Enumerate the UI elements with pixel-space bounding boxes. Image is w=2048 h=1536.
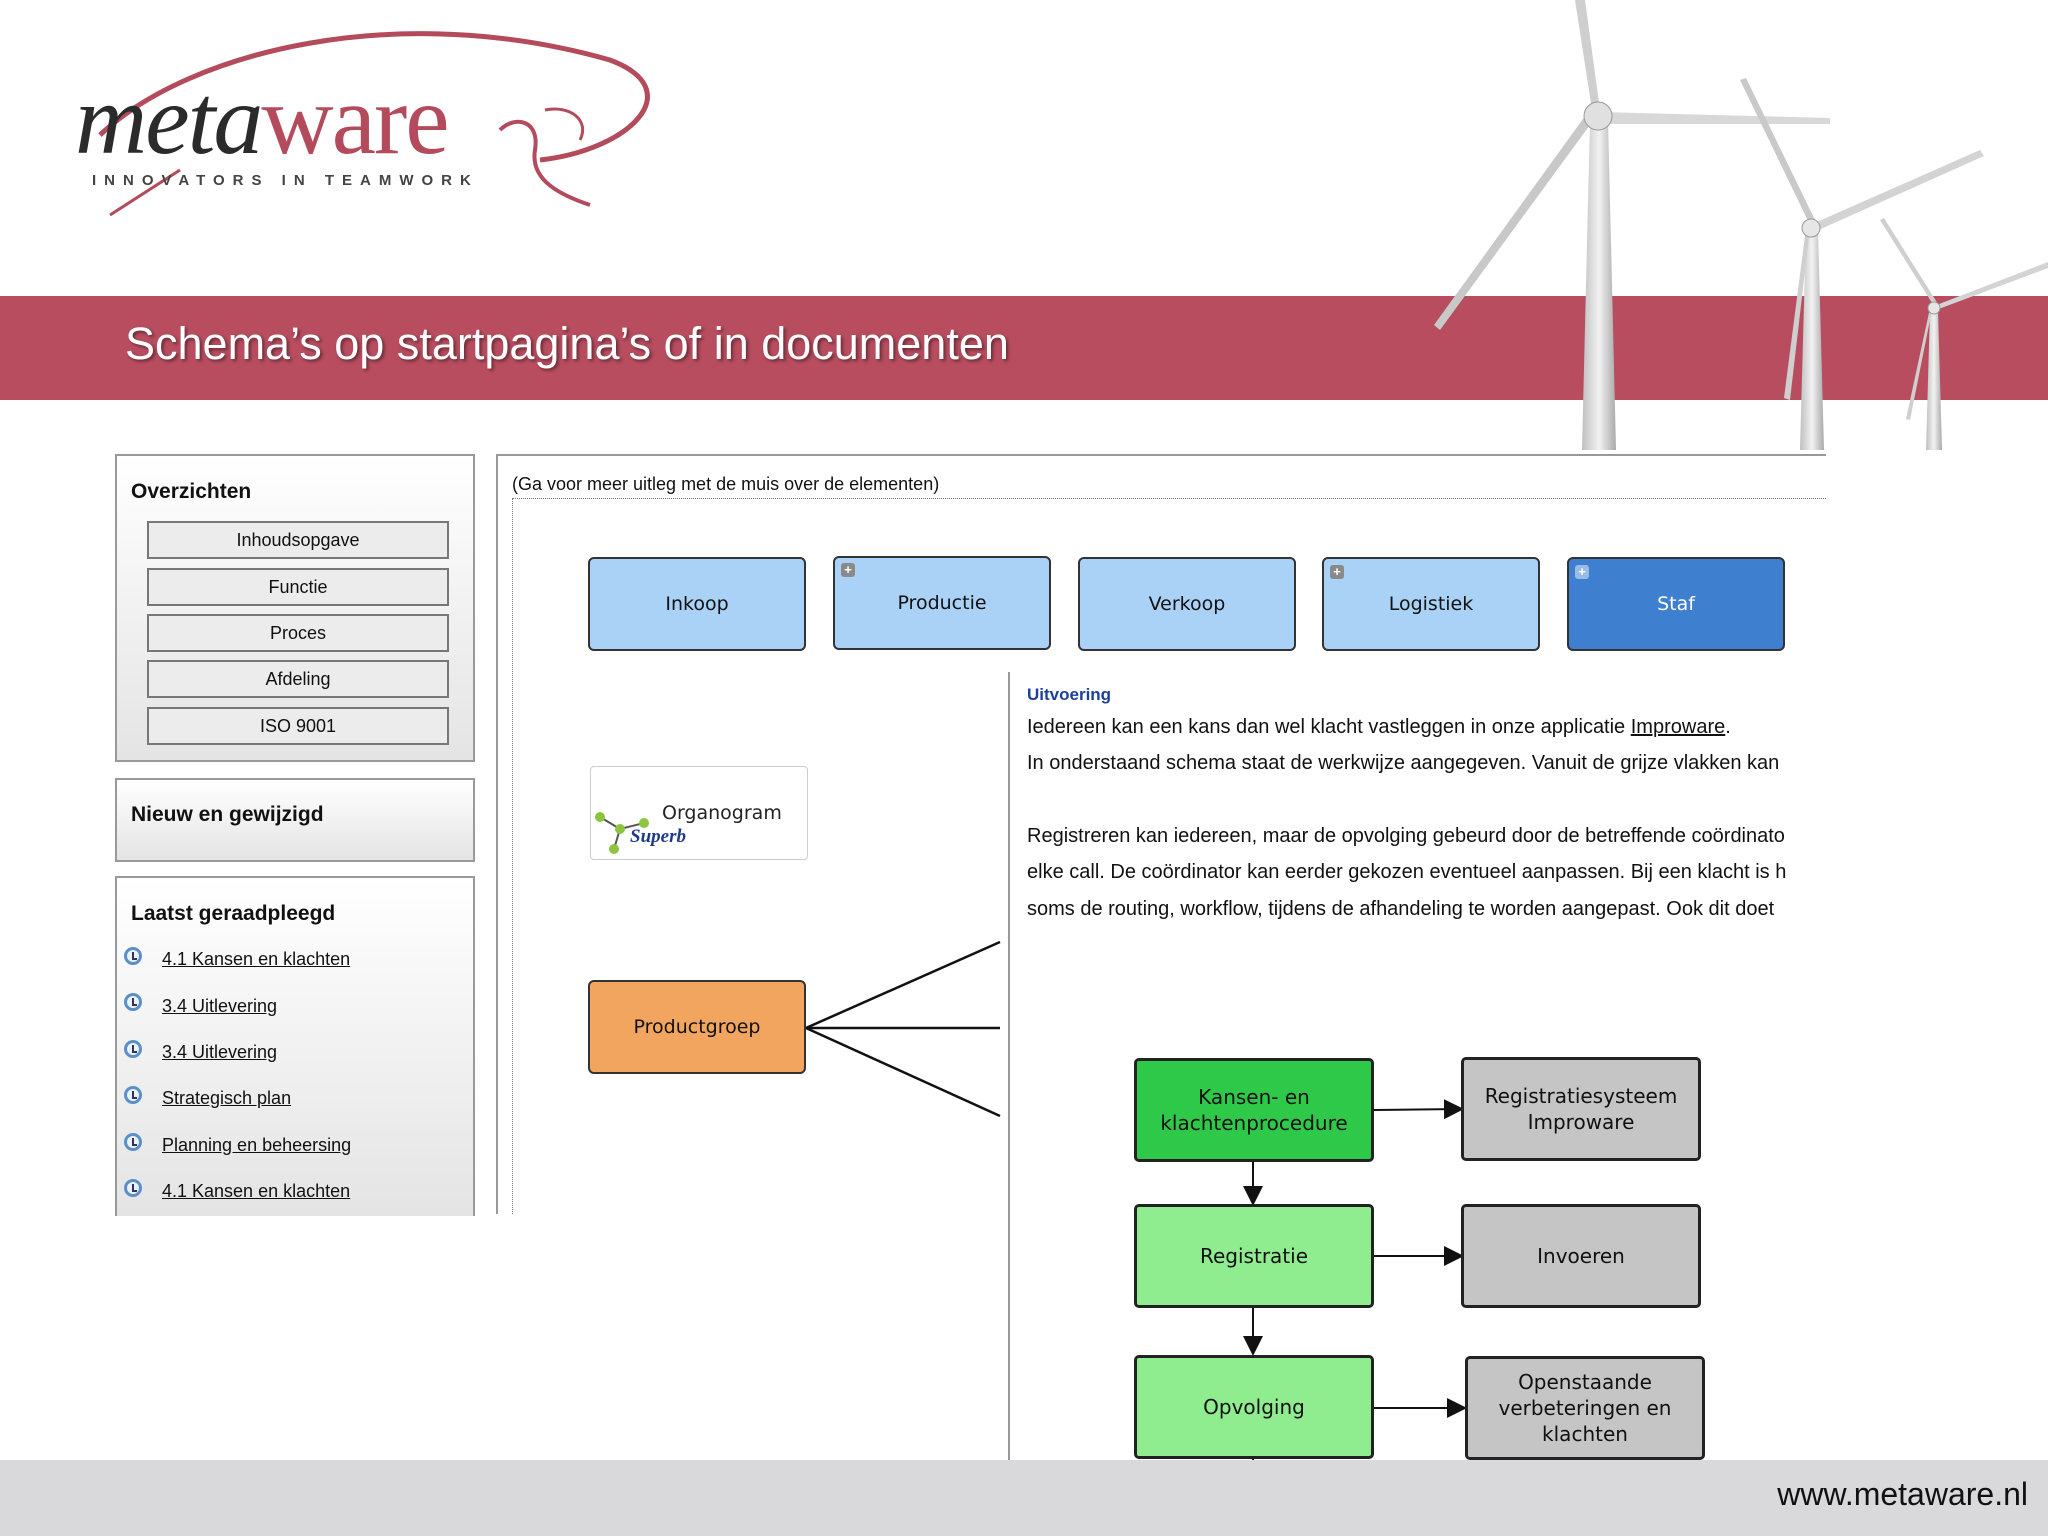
flow-invoeren-box[interactable]: Invoeren: [1461, 1204, 1701, 1308]
nav-afdeling-button[interactable]: Afdeling: [147, 660, 449, 698]
flow-registratiesysteem-box[interactable]: Registratiesysteem Improware: [1461, 1057, 1701, 1161]
expand-plus-icon[interactable]: +: [1575, 565, 1589, 579]
improware-link[interactable]: Improware: [1631, 716, 1725, 738]
uitvoering-line-3: Registreren kan iedereen, maar de opvolg…: [1027, 825, 1785, 847]
expand-plus-icon[interactable]: +: [841, 563, 855, 577]
nav-proces-button[interactable]: Proces: [147, 614, 449, 652]
nav-iso9001-button[interactable]: ISO 9001: [147, 707, 449, 745]
uitvoering-line-5: soms de routing, workflow, tijdens de af…: [1027, 898, 1775, 920]
uitvoering-heading: Uitvoering: [1027, 685, 1112, 704]
nieuw-gewijzigd-title[interactable]: Nieuw en gewijzigd: [131, 803, 324, 827]
uitvoering-line-4: elke call. De coördinator kan eerder gek…: [1027, 861, 1787, 883]
logo-ware-text: ware: [261, 64, 449, 175]
expand-plus-icon[interactable]: +: [1330, 565, 1344, 579]
dept-verkoop-box[interactable]: Verkoop: [1078, 557, 1296, 651]
clock-icon: [124, 1179, 142, 1197]
dept-staf-label: Staf: [1657, 593, 1695, 615]
recent-link[interactable]: 3.4 Uitlevering: [162, 996, 277, 1017]
recent-link[interactable]: 4.1 Kansen en klachten: [162, 949, 350, 970]
clock-icon: [124, 947, 142, 965]
organogram-label: Organogram: [662, 802, 782, 824]
uitvoering-line-2: In onderstaand schema staat de werkwijze…: [1027, 752, 1780, 774]
line1-suffix: .: [1725, 716, 1731, 738]
dept-staf-box[interactable]: Staf: [1567, 557, 1785, 651]
clock-icon: [124, 993, 142, 1011]
logo-meta-text: meta: [75, 64, 263, 175]
footer-bar: [0, 1460, 2048, 1536]
flow-procedure-box[interactable]: Kansen- en klachtenprocedure: [1134, 1058, 1374, 1162]
hover-hint: (Ga voor meer uitleg met de muis over de…: [512, 474, 940, 494]
uitvoering-line-1: Iedereen kan een kans dan wel klacht vas…: [1027, 716, 1825, 739]
dept-productie-label: Productie: [897, 592, 987, 614]
clock-icon: [124, 1133, 142, 1151]
logo-wordmark: metaware: [75, 70, 450, 170]
clock-icon: [124, 1086, 142, 1104]
productgroep-box[interactable]: Productgroep: [588, 980, 806, 1074]
wind-turbines-image: [1434, 0, 2048, 450]
dept-logistiek-label: Logistiek: [1388, 593, 1474, 615]
productgroep-connector-lines: [806, 940, 1001, 1118]
slide-title: Schema’s op startpagina’s of in document…: [125, 318, 1009, 369]
dept-logistiek-box[interactable]: Logistiek: [1322, 557, 1540, 651]
line1-prefix: Iedereen kan een kans dan wel klacht vas…: [1027, 716, 1631, 738]
recent-link[interactable]: Planning en beheersing: [162, 1135, 351, 1156]
footer-url: www.metaware.nl: [1777, 1476, 2028, 1512]
flow-openstaande-box[interactable]: Openstaande verbeteringen en klachten: [1465, 1356, 1705, 1460]
flow-registratie-box[interactable]: Registratie: [1134, 1204, 1374, 1308]
nav-functie-button[interactable]: Functie: [147, 568, 449, 606]
dept-inkoop-box[interactable]: Inkoop: [588, 557, 806, 651]
logo-tagline: INNOVATORS IN TEAMWORK: [92, 172, 479, 189]
recent-link[interactable]: Strategisch plan: [162, 1088, 291, 1109]
recent-link[interactable]: 4.1 Kansen en klachten: [162, 1181, 350, 1202]
flow-opvolging-box[interactable]: Opvolging: [1134, 1355, 1374, 1459]
nav-inhoudsopgave-button[interactable]: Inhoudsopgave: [147, 521, 449, 559]
laatst-geraadpleegd-title: Laatst geraadpleegd: [131, 902, 336, 925]
clock-icon: [124, 1040, 142, 1058]
superb-brand: Superb: [630, 826, 686, 847]
recent-link[interactable]: 3.4 Uitlevering: [162, 1042, 277, 1063]
overzichten-title: Overzichten: [131, 480, 252, 503]
dept-productie-box[interactable]: Productie: [833, 556, 1051, 650]
